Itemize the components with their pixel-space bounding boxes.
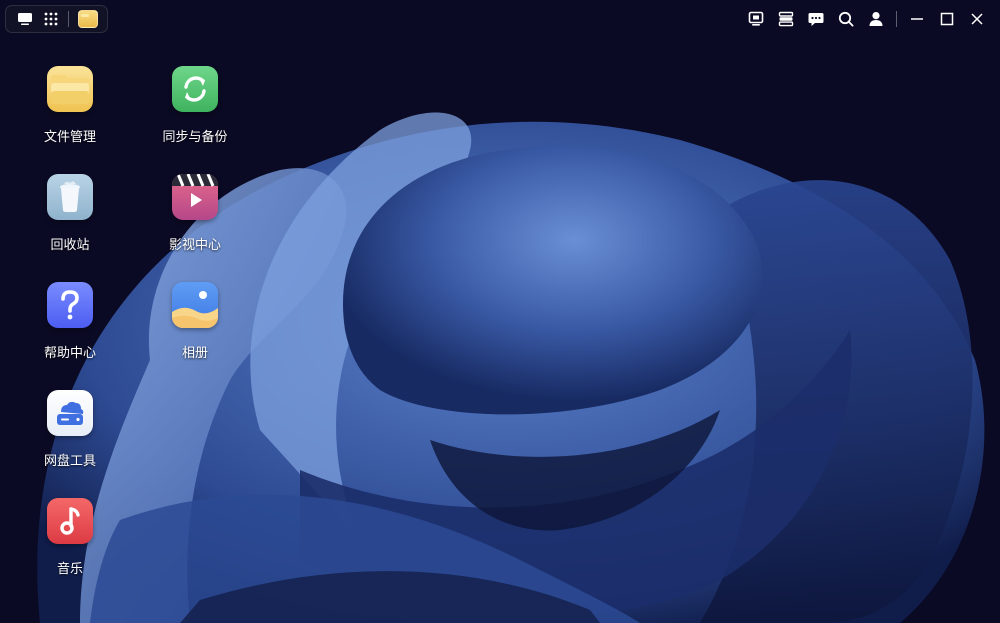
desktop-app-file-manager[interactable]: 文件管理 bbox=[25, 66, 115, 162]
video-icon bbox=[172, 174, 218, 220]
cloud-disk-icon bbox=[47, 390, 93, 436]
close-button[interactable] bbox=[962, 7, 992, 31]
tray-divider bbox=[896, 11, 897, 27]
desktop-app-label: 同步与备份 bbox=[162, 130, 228, 145]
minimize-icon bbox=[911, 18, 923, 20]
music-icon bbox=[47, 498, 93, 544]
desktop-app-video-center[interactable]: 影视中心 bbox=[150, 174, 240, 270]
maximize-button[interactable] bbox=[932, 7, 962, 31]
user-icon bbox=[869, 12, 883, 26]
desktop-icon bbox=[18, 13, 32, 25]
desktop-app-recycle-bin[interactable]: 回收站 bbox=[25, 174, 115, 270]
messages-button[interactable] bbox=[801, 7, 831, 31]
minimize-button[interactable] bbox=[902, 7, 932, 31]
desktop-app-help-center[interactable]: 帮助中心 bbox=[25, 282, 115, 378]
search-button[interactable] bbox=[831, 7, 861, 31]
search-icon bbox=[838, 11, 854, 27]
desktop-app-label: 网盘工具 bbox=[43, 454, 96, 469]
desktop-app-label: 音乐 bbox=[56, 562, 83, 577]
folder-icon bbox=[47, 66, 93, 112]
app-grid-button[interactable] bbox=[38, 6, 64, 32]
help-icon bbox=[47, 282, 93, 328]
user-button[interactable] bbox=[861, 7, 891, 31]
trash-icon bbox=[47, 174, 93, 220]
show-desktop-button[interactable] bbox=[12, 6, 38, 32]
taskbar-file-manager-button[interactable] bbox=[75, 6, 101, 32]
desktop-app-label: 影视中心 bbox=[168, 238, 221, 253]
desktop-app-cloud-disk-tool[interactable]: 网盘工具 bbox=[25, 390, 115, 486]
desktop-app-label: 回收站 bbox=[50, 238, 90, 253]
desktop-app-music[interactable]: 音乐 bbox=[25, 498, 115, 594]
launcher-divider bbox=[68, 11, 69, 27]
desktop-app-label: 文件管理 bbox=[43, 130, 96, 145]
storage-icon bbox=[778, 11, 794, 27]
photo-icon bbox=[172, 282, 218, 328]
storage-button[interactable] bbox=[771, 7, 801, 31]
desktop-app-label: 相册 bbox=[181, 346, 208, 361]
monitor-button[interactable] bbox=[741, 7, 771, 31]
desktop-app-sync-backup[interactable]: 同步与备份 bbox=[150, 66, 240, 162]
sync-icon bbox=[172, 66, 218, 112]
maximize-icon bbox=[940, 12, 954, 26]
close-icon bbox=[971, 13, 983, 25]
desktop-app-photo-album[interactable]: 相册 bbox=[150, 282, 240, 378]
monitor-icon bbox=[748, 11, 764, 26]
app-grid-icon bbox=[44, 12, 58, 26]
desktop-app-label: 帮助中心 bbox=[43, 346, 96, 361]
system-tray bbox=[741, 7, 992, 31]
file-manager-icon bbox=[78, 10, 98, 28]
launcher-bar bbox=[5, 5, 108, 33]
chat-icon bbox=[808, 13, 824, 26]
